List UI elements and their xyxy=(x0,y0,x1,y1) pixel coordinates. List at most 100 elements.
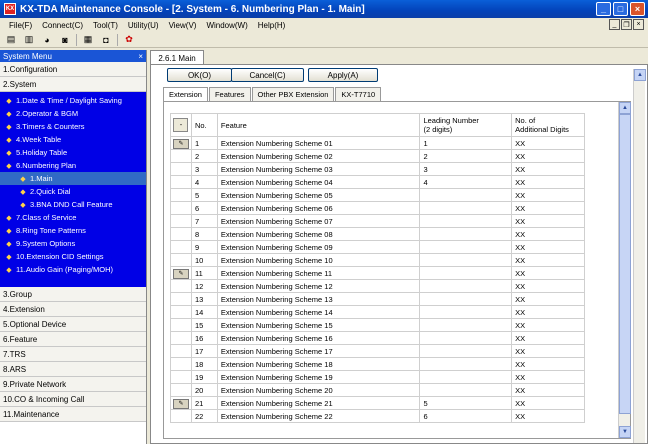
menu-tool[interactable]: Tool(T) xyxy=(88,21,123,30)
table-row[interactable]: 8 Extension Numbering Scheme 08 XX xyxy=(170,227,585,241)
sidebar-item[interactable]: ◆ 11.Audio Gain (Paging/MOH) xyxy=(0,263,146,276)
row-leading-number-cell[interactable] xyxy=(419,188,513,202)
minimize-button[interactable]: _ xyxy=(596,2,611,16)
row-leading-number-cell[interactable] xyxy=(419,357,513,371)
table-row[interactable]: ✎ 1 Extension Numbering Scheme 01 1 XX xyxy=(170,136,585,150)
row-select-cell[interactable]: ✎ xyxy=(170,136,192,150)
sidebar-item[interactable]: ◆ 1.Date & Time / Daylight Saving xyxy=(0,94,146,107)
table-row[interactable]: 19 Extension Numbering Scheme 19 XX xyxy=(170,370,585,384)
row-select-cell[interactable] xyxy=(170,292,192,306)
sidebar-item[interactable]: ◆ 9.System Options xyxy=(0,237,146,250)
row-select-cell[interactable]: ✎ xyxy=(170,396,192,410)
row-select-cell[interactable] xyxy=(170,383,192,397)
sidebar-item[interactable]: ◆ 8.Ring Tone Patterns xyxy=(0,224,146,237)
sidebar-section-group[interactable]: 3.Group xyxy=(0,287,146,302)
sidebar-section-trs[interactable]: 7.TRS xyxy=(0,347,146,362)
row-additional-digits-cell[interactable]: XX xyxy=(511,370,585,384)
row-select-cell[interactable] xyxy=(170,357,192,371)
row-additional-digits-cell[interactable]: XX xyxy=(511,396,585,410)
row-leading-number-cell[interactable] xyxy=(419,240,513,254)
table-row[interactable]: 4 Extension Numbering Scheme 04 4 XX xyxy=(170,175,585,189)
row-select-cell[interactable] xyxy=(170,279,192,293)
sidebar-item[interactable]: ◆ 5.Holiday Table xyxy=(0,146,146,159)
table-row[interactable]: 10 Extension Numbering Scheme 10 XX xyxy=(170,253,585,267)
row-select-cell[interactable]: ✎ xyxy=(170,266,192,280)
tab-extension[interactable]: Extension xyxy=(163,87,208,101)
maximize-button[interactable]: □ xyxy=(613,2,628,16)
table-row[interactable]: 14 Extension Numbering Scheme 14 XX xyxy=(170,305,585,319)
properties-icon[interactable]: ▦ xyxy=(81,34,95,46)
row-leading-number-cell[interactable]: 3 xyxy=(419,162,513,176)
table-row[interactable]: 16 Extension Numbering Scheme 16 XX xyxy=(170,331,585,345)
sidebar-section-private-network[interactable]: 9.Private Network xyxy=(0,377,146,392)
row-leading-number-cell[interactable] xyxy=(419,370,513,384)
close-button[interactable]: × xyxy=(630,2,645,16)
row-select-cell[interactable] xyxy=(170,201,192,215)
row-leading-number-cell[interactable] xyxy=(419,266,513,280)
sidebar-section-optional-device[interactable]: 5.Optional Device xyxy=(0,317,146,332)
sidebar-section-configuration[interactable]: 1.Configuration xyxy=(0,62,146,77)
row-leading-number-cell[interactable] xyxy=(419,227,513,241)
table-row[interactable]: 17 Extension Numbering Scheme 17 XX xyxy=(170,344,585,358)
tab-2-6-1-main[interactable]: 2.6.1 Main xyxy=(150,50,204,65)
row-additional-digits-cell[interactable]: XX xyxy=(511,240,585,254)
tab-other-pbx-extension[interactable]: Other PBX Extension xyxy=(251,87,335,101)
table-row[interactable]: 7 Extension Numbering Scheme 07 XX xyxy=(170,214,585,228)
table-row[interactable]: 12 Extension Numbering Scheme 12 XX xyxy=(170,279,585,293)
menu-view[interactable]: View(V) xyxy=(164,21,202,30)
row-select-cell[interactable] xyxy=(170,253,192,267)
row-select-cell[interactable] xyxy=(170,331,192,345)
menu-window[interactable]: Window(W) xyxy=(201,21,252,30)
row-select-icon[interactable]: ✎ xyxy=(172,138,189,149)
sidebar-section-feature[interactable]: 6.Feature xyxy=(0,332,146,347)
row-leading-number-cell[interactable] xyxy=(419,201,513,215)
menu-utility[interactable]: Utility(U) xyxy=(123,21,164,30)
row-leading-number-cell[interactable] xyxy=(419,318,513,332)
row-additional-digits-cell[interactable]: XX xyxy=(511,136,585,150)
sidebar-close-icon[interactable]: × xyxy=(138,52,143,61)
table-row[interactable]: 9 Extension Numbering Scheme 09 XX xyxy=(170,240,585,254)
table-row[interactable]: 3 Extension Numbering Scheme 03 3 XX xyxy=(170,162,585,176)
row-select-cell[interactable] xyxy=(170,227,192,241)
row-leading-number-cell[interactable]: 5 xyxy=(419,396,513,410)
row-leading-number-cell[interactable]: 1 xyxy=(419,136,513,150)
row-leading-number-cell[interactable] xyxy=(419,292,513,306)
row-additional-digits-cell[interactable]: XX xyxy=(511,162,585,176)
save-icon[interactable]: ▥ xyxy=(22,34,36,46)
connect-icon[interactable]: ◕ xyxy=(40,34,54,46)
row-select-cell[interactable] xyxy=(170,240,192,254)
row-additional-digits-cell[interactable]: XX xyxy=(511,409,585,423)
table-row[interactable]: 22 Extension Numbering Scheme 22 6 XX xyxy=(170,409,585,423)
table-row[interactable]: 20 Extension Numbering Scheme 20 XX xyxy=(170,383,585,397)
menu-file[interactable]: File(F) xyxy=(4,21,37,30)
sidebar-section-co-incoming[interactable]: 10.CO & Incoming Call xyxy=(0,392,146,407)
sidebar-item[interactable]: ◆ 2.Operator & BGM xyxy=(0,107,146,120)
apply-button[interactable]: Apply(A) xyxy=(308,68,378,82)
menu-connect[interactable]: Connect(C) xyxy=(37,21,88,30)
printer-icon[interactable]: ▤ xyxy=(4,34,18,46)
table-row[interactable]: 5 Extension Numbering Scheme 05 XX xyxy=(170,188,585,202)
row-additional-digits-cell[interactable]: XX xyxy=(511,149,585,163)
row-leading-number-cell[interactable] xyxy=(419,279,513,293)
row-additional-digits-cell[interactable]: XX xyxy=(511,214,585,228)
row-leading-number-cell[interactable] xyxy=(419,331,513,345)
row-leading-number-cell[interactable]: 6 xyxy=(419,409,513,423)
row-select-cell[interactable] xyxy=(170,175,192,189)
row-leading-number-cell[interactable] xyxy=(419,214,513,228)
mdi-minimize-button[interactable]: _ xyxy=(609,19,620,30)
table-row[interactable]: 13 Extension Numbering Scheme 13 XX xyxy=(170,292,585,306)
user-icon[interactable]: ◘ xyxy=(99,34,113,46)
cancel-button[interactable]: Cancel(C) xyxy=(231,68,304,82)
sidebar-section-ars[interactable]: 8.ARS xyxy=(0,362,146,377)
sidebar-item[interactable]: ◆ 3.BNA DND Call Feature xyxy=(0,198,146,211)
row-additional-digits-cell[interactable]: XX xyxy=(511,305,585,319)
ok-button[interactable]: OK(O) xyxy=(167,68,232,82)
help-icon[interactable]: ✿ xyxy=(122,34,136,46)
row-select-icon[interactable]: ✎ xyxy=(172,398,189,409)
row-additional-digits-cell[interactable]: XX xyxy=(511,188,585,202)
sidebar-section-system[interactable]: 2.System xyxy=(0,77,146,92)
row-additional-digits-cell[interactable]: XX xyxy=(511,227,585,241)
sidebar-item[interactable]: ◆ 2.Quick Dial xyxy=(0,185,146,198)
row-additional-digits-cell[interactable]: XX xyxy=(511,344,585,358)
row-select-cell[interactable] xyxy=(170,188,192,202)
